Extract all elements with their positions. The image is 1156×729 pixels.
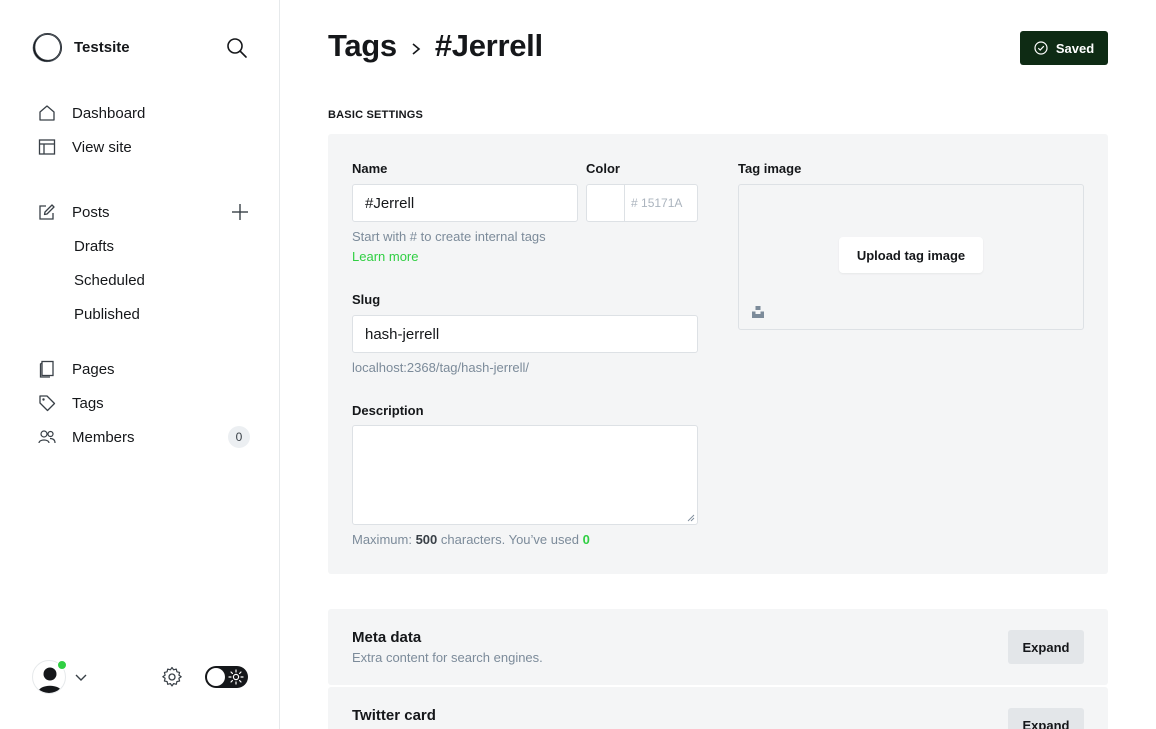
nav-item-members[interactable]: Members xyxy=(38,420,135,454)
nav-item-scheduled[interactable]: Scheduled xyxy=(38,263,250,297)
resize-handle-icon[interactable] xyxy=(687,514,695,522)
members-icon xyxy=(38,428,56,446)
nav-label-pages: Pages xyxy=(72,360,115,378)
twitter-card-card: Twitter card Expand xyxy=(328,687,1108,729)
meta-data-card: Meta data Extra content for search engin… xyxy=(328,609,1108,685)
learn-more-link[interactable]: Learn more xyxy=(352,249,418,264)
hint-prefix: Maximum: xyxy=(352,532,412,547)
nav-item-view-site[interactable]: View site xyxy=(38,130,145,164)
gear-icon[interactable] xyxy=(161,666,183,688)
search-icon[interactable] xyxy=(226,37,248,59)
nav-label-members: Members xyxy=(72,428,135,446)
layout-icon xyxy=(38,138,56,156)
nav-item-drafts[interactable]: Drafts xyxy=(38,229,250,263)
breadcrumb-tags-link[interactable]: Tags xyxy=(328,28,397,64)
color-label: Color xyxy=(586,161,620,176)
page-title: #Jerrell xyxy=(434,28,543,63)
home-icon xyxy=(38,104,56,122)
hint-mid: characters. You’ve used xyxy=(440,532,579,547)
nav-label-posts: Posts xyxy=(72,203,110,221)
plus-icon[interactable] xyxy=(230,202,250,222)
basic-settings-panel: Name #Jerrell Start with # to create int… xyxy=(328,134,1108,574)
upload-tag-image-button[interactable]: Upload tag image xyxy=(839,237,983,273)
twitter-card-title: Twitter card xyxy=(352,707,436,724)
sidebar-footer xyxy=(32,659,248,695)
content-nav: Pages Tags Members 0 xyxy=(38,352,250,454)
description-textarea[interactable] xyxy=(352,425,698,525)
description-hint: Maximum: 500 characters. You’ve used 0 xyxy=(352,532,590,547)
twitter-card-expand-button[interactable]: Expand xyxy=(1008,708,1084,729)
name-input[interactable]: #Jerrell xyxy=(352,184,578,222)
breadcrumb: Tags #Jerrell xyxy=(328,28,543,64)
sidebar: Testsite Dashboard View site Posts Draft… xyxy=(0,0,280,729)
name-hint: Start with # to create internal tags xyxy=(352,229,546,244)
members-count-badge: 0 xyxy=(228,426,250,448)
meta-data-title: Meta data xyxy=(352,629,422,646)
tag-image-label: Tag image xyxy=(738,161,802,176)
chevron-right-icon xyxy=(412,43,421,55)
posts-nav: Posts Drafts Scheduled Published xyxy=(38,195,250,331)
theme-toggle[interactable] xyxy=(205,666,248,688)
tag-icon xyxy=(38,394,56,412)
toggle-knob xyxy=(207,668,225,686)
check-circle-icon xyxy=(1034,41,1048,55)
edit-icon xyxy=(38,203,56,221)
nav-item-pages[interactable]: Pages xyxy=(38,352,250,386)
nav-item-tags[interactable]: Tags xyxy=(38,386,250,420)
online-status-dot xyxy=(57,660,67,670)
nav-item-dashboard[interactable]: Dashboard xyxy=(38,96,145,130)
hint-max: 500 xyxy=(415,532,438,547)
meta-data-subtitle: Extra content for search engines. xyxy=(352,650,543,665)
slug-input[interactable]: hash-jerrell xyxy=(352,315,698,353)
chevron-down-icon[interactable] xyxy=(74,670,88,684)
nav-label-dashboard: Dashboard xyxy=(72,104,146,122)
sun-icon xyxy=(228,669,244,685)
color-field: # 15171A xyxy=(586,184,698,222)
save-button-label: Saved xyxy=(1055,40,1095,56)
nav-item-posts[interactable]: Posts xyxy=(38,195,110,229)
section-heading: BASIC SETTINGS xyxy=(328,109,424,121)
slug-label: Slug xyxy=(352,292,381,307)
tag-image-dropzone[interactable]: Upload tag image xyxy=(738,184,1084,330)
unsplash-icon[interactable] xyxy=(751,305,765,319)
meta-data-expand-button[interactable]: Expand xyxy=(1008,630,1084,664)
site-name: Testsite xyxy=(74,39,130,56)
nav-label-tags: Tags xyxy=(72,394,104,412)
main-content: Tags #Jerrell Saved BASIC SETTINGS Name … xyxy=(280,0,1156,729)
save-button[interactable]: Saved xyxy=(1020,31,1108,65)
page-icon xyxy=(38,360,56,378)
site-logo-icon xyxy=(32,32,63,63)
nav-label-view-site: View site xyxy=(72,138,132,156)
primary-nav: Dashboard View site xyxy=(38,96,145,164)
nav-item-published[interactable]: Published xyxy=(38,297,250,331)
site-brand[interactable]: Testsite xyxy=(32,32,130,63)
color-value: 15171A xyxy=(641,196,683,210)
name-label: Name xyxy=(352,161,388,176)
slug-url: localhost:2368/tag/hash-jerrell/ xyxy=(352,360,530,375)
description-label: Description xyxy=(352,403,424,418)
color-input[interactable]: # 15171A xyxy=(625,185,697,221)
color-hash: # xyxy=(631,196,638,210)
hint-used: 0 xyxy=(582,532,590,547)
color-swatch[interactable] xyxy=(587,185,625,221)
